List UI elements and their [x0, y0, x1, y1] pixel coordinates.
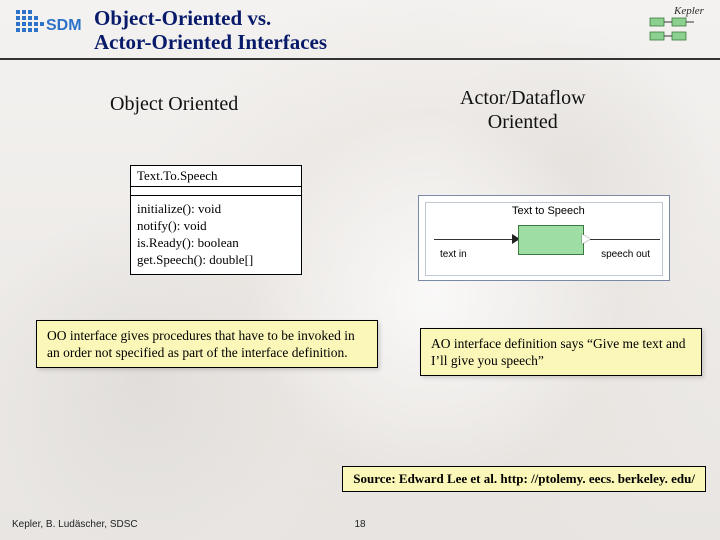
callout-oo: OO interface gives procedures that have …	[36, 320, 378, 368]
uml-method: is.Ready(): boolean	[137, 234, 295, 251]
actor-block	[518, 225, 584, 255]
kepler-logo: Kepler	[644, 4, 708, 48]
uml-class-box: Text.To.Speech initialize(): void notify…	[130, 165, 302, 275]
uml-method: initialize(): void	[137, 200, 295, 217]
source-citation: Source: Edward Lee et al. http: //ptolem…	[342, 466, 706, 492]
wire-in	[434, 239, 512, 240]
port-out-label: speech out	[601, 249, 650, 260]
uml-class-name: Text.To.Speech	[131, 166, 301, 187]
port-in-label: text in	[440, 249, 467, 260]
svg-text:Kepler: Kepler	[673, 5, 705, 17]
right-column-heading: Actor/Dataflow Oriented	[460, 86, 586, 134]
page-number: 18	[354, 519, 365, 530]
title-line-2: Actor-Oriented Interfaces	[94, 30, 327, 54]
uml-methods: initialize(): void notify(): void is.Rea…	[131, 196, 301, 274]
port-out-icon	[582, 234, 590, 244]
uml-attributes-empty	[131, 187, 301, 196]
slide-title: Object-Oriented vs. Actor-Oriented Inter…	[94, 6, 327, 54]
sdm-logo: SDM	[14, 8, 86, 48]
actor-diagram: Text to Speech text in speech out	[418, 195, 670, 281]
actor-block-title: Text to Speech	[512, 205, 585, 217]
right-heading-line1: Actor/Dataflow	[460, 87, 586, 109]
right-heading-line2: Oriented	[488, 111, 558, 133]
title-line-1: Object-Oriented vs.	[94, 6, 271, 30]
uml-method: get.Speech(): double[]	[137, 251, 295, 268]
callout-ao: AO interface definition says “Give me te…	[420, 328, 702, 376]
footer-credit: Kepler, B. Ludäscher, SDSC	[12, 519, 138, 530]
slide-header: SDM Object-Oriented vs. Actor-Oriented I…	[0, 0, 720, 60]
wire-out	[590, 239, 660, 240]
uml-method: notify(): void	[137, 217, 295, 234]
left-column-heading: Object Oriented	[110, 92, 238, 116]
svg-text:SDM: SDM	[46, 17, 82, 34]
actor-diagram-inner: Text to Speech text in speech out	[425, 202, 663, 276]
